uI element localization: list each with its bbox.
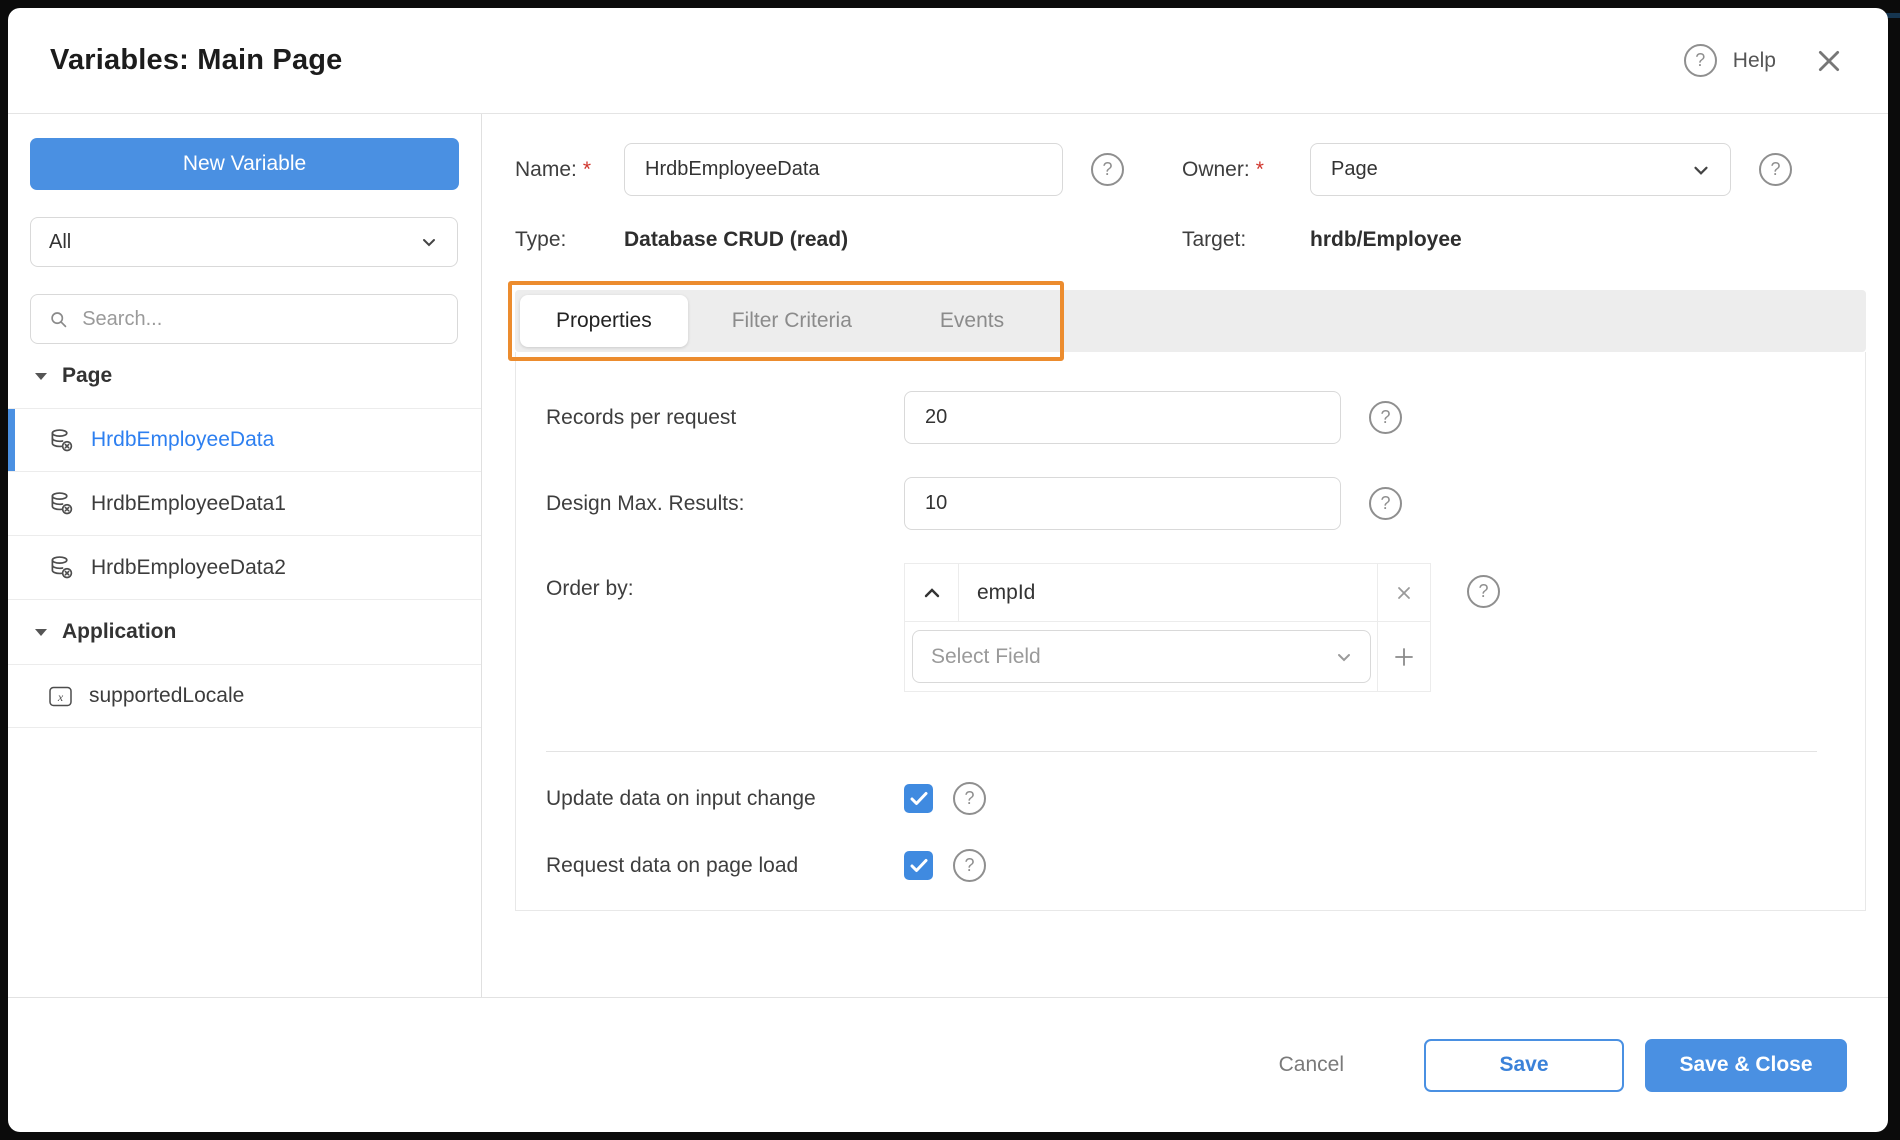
search-icon <box>51 311 67 327</box>
owner-label: Owner: <box>1182 157 1250 181</box>
search-input[interactable] <box>82 307 439 331</box>
records-per-request-label: Records per request <box>546 405 737 429</box>
request-on-load-help-icon[interactable]: ? <box>953 849 986 882</box>
chevron-down-icon <box>1694 166 1708 175</box>
model-variable-icon: x <box>48 685 73 708</box>
new-variable-button[interactable]: New Variable <box>30 138 459 190</box>
select-field-placeholder: Select Field <box>931 644 1041 668</box>
variables-dialog: Variables: Main Page ? Help New Variable… <box>8 8 1888 1132</box>
save-and-close-button[interactable]: Save & Close <box>1645 1038 1847 1092</box>
sidebar-item-label: HrdbEmployeeData1 <box>91 491 286 515</box>
order-by-field[interactable]: empId <box>959 564 1377 621</box>
cancel-button[interactable]: Cancel <box>1279 1053 1344 1077</box>
dialog-footer: Cancel Save Save & Close <box>8 997 1888 1132</box>
check-icon <box>910 859 927 872</box>
name-help-icon[interactable]: ? <box>1091 153 1124 186</box>
sidebar-item-hrdbemployeedata1[interactable]: HrdbEmployeeData1 <box>8 472 481 536</box>
type-label: Type: <box>515 228 567 251</box>
variable-editor: Name: * ? Owner: * Page ? <box>482 114 1888 997</box>
owner-help-icon[interactable]: ? <box>1759 153 1792 186</box>
section-divider <box>546 751 1817 752</box>
update-on-input-label: Update data on input change <box>546 786 816 810</box>
sidebar-item-hrdbemployeedata2[interactable]: HrdbEmployeeData2 <box>8 536 481 600</box>
order-by-widget: empId Select Field <box>904 563 1431 692</box>
chevron-up-icon <box>924 587 939 597</box>
order-by-label: Order by: <box>546 577 634 600</box>
sidebar-section-page[interactable]: Page <box>8 344 481 408</box>
records-help-icon[interactable]: ? <box>1369 401 1402 434</box>
sidebar-item-label: HrdbEmployeeData <box>91 428 275 451</box>
remove-field-button[interactable] <box>1377 564 1430 621</box>
close-icon[interactable] <box>1814 46 1844 76</box>
variable-filter-value: All <box>49 230 72 253</box>
name-input[interactable] <box>624 143 1063 196</box>
sidebar-section-application[interactable]: Application <box>8 600 481 664</box>
sidebar-item-label: supportedLocale <box>89 684 245 707</box>
select-field-dropdown[interactable]: Select Field <box>912 630 1371 683</box>
tab-properties[interactable]: Properties <box>520 295 688 347</box>
design-max-results-input[interactable] <box>904 477 1341 530</box>
plus-icon <box>1395 647 1413 666</box>
add-field-button[interactable] <box>1377 622 1430 691</box>
properties-panel: Records per request ? Design Max. Result… <box>515 352 1866 911</box>
required-asterisk: * <box>1255 157 1264 181</box>
search-box <box>30 294 458 344</box>
owner-select[interactable]: Page <box>1310 143 1731 196</box>
target-value: hrdb/Employee <box>1310 228 1462 251</box>
help-icon[interactable]: ? <box>1683 44 1717 77</box>
sidebar-item-label: HrdbEmployeeData2 <box>91 555 286 579</box>
database-crud-icon <box>48 427 75 454</box>
request-on-load-checkbox[interactable] <box>904 851 933 880</box>
sidebar-item-hrdbemployeedata[interactable]: HrdbEmployeeData <box>8 408 481 472</box>
variable-filter-select[interactable]: All <box>30 217 458 267</box>
save-button[interactable]: Save <box>1424 1038 1624 1092</box>
update-on-input-checkbox[interactable] <box>904 784 933 813</box>
records-per-request-input[interactable] <box>904 391 1341 444</box>
svg-text:x: x <box>57 690 64 704</box>
triangle-down-icon <box>35 373 47 380</box>
name-label: Name: <box>515 157 577 181</box>
sidebar-section-label: Application <box>62 620 177 643</box>
sidebar-section-label: Page <box>62 364 113 387</box>
request-on-load-label: Request data on page load <box>546 853 799 877</box>
chevron-down-icon <box>1338 653 1350 661</box>
remove-icon <box>1398 586 1410 599</box>
target-label: Target: <box>1182 228 1247 251</box>
page-title: Variables: Main Page <box>50 44 343 76</box>
variables-sidebar: New Variable All Page <box>8 114 482 997</box>
tab-bar: Properties Filter Criteria Events <box>515 290 1866 352</box>
order-by-help-icon[interactable]: ? <box>1467 575 1500 608</box>
required-asterisk: * <box>582 157 592 181</box>
database-crud-icon <box>48 554 75 581</box>
tab-events[interactable]: Events <box>896 295 1048 347</box>
sort-direction-button[interactable] <box>905 564 959 621</box>
database-crud-icon <box>48 490 75 517</box>
design-help-icon[interactable]: ? <box>1369 487 1402 520</box>
dialog-header: Variables: Main Page ? Help <box>8 8 1888 114</box>
owner-value: Page <box>1331 158 1378 180</box>
design-max-results-label: Design Max. Results: <box>546 491 745 515</box>
update-on-input-help-icon[interactable]: ? <box>953 782 986 815</box>
sidebar-item-supportedlocale[interactable]: x supportedLocale <box>8 664 481 728</box>
tab-filter-criteria[interactable]: Filter Criteria <box>688 295 896 347</box>
help-label[interactable]: Help <box>1733 49 1776 73</box>
type-value: Database CRUD (read) <box>624 228 849 251</box>
check-icon <box>910 792 927 805</box>
chevron-down-icon <box>423 239 435 247</box>
triangle-down-icon <box>35 629 47 636</box>
